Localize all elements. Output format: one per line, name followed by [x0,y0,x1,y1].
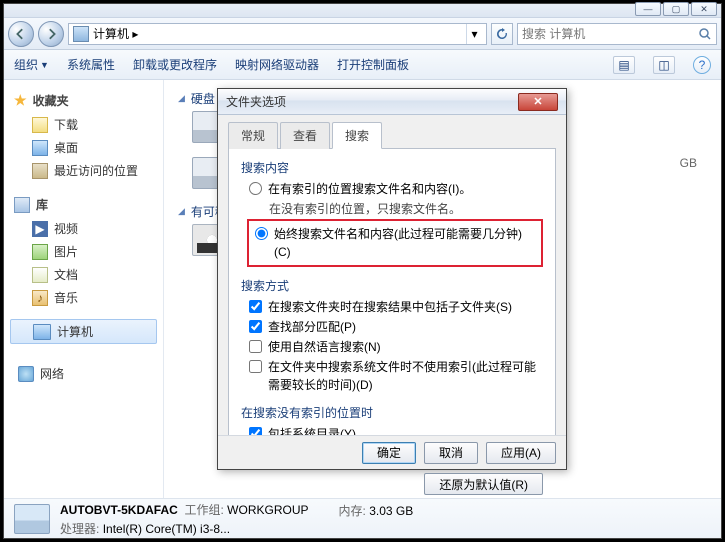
star-icon: ★ [14,92,27,109]
help-button[interactable]: ? [693,56,711,74]
dialog-footer: 确定 取消 应用(A) [218,435,566,469]
non-indexed-label: 在搜索没有索引的位置时 [241,404,543,421]
view-mode-button[interactable]: ▤ [613,56,635,74]
picture-icon [32,244,48,260]
sidebar-item-documents[interactable]: 文档 [4,263,163,286]
radio-indexed-sublabel: 在没有索引的位置，只搜索文件名。 [269,200,543,217]
search-input[interactable]: 搜索 计算机 [517,23,717,45]
tab-search-pane: 搜索内容 在有索引的位置搜索文件名和内容(I)。 在没有索引的位置，只搜索文件名… [228,149,556,445]
breadcrumb[interactable]: 计算机 ▸ [93,25,138,42]
libraries-group[interactable]: 库 [4,192,163,217]
system-properties-button[interactable]: 系统属性 [67,56,115,73]
back-button[interactable] [8,21,34,47]
cpu-value: Intel(R) Core(TM) i3-8... [103,522,230,536]
dialog-tabs: 常规 查看 搜索 [228,121,556,149]
sidebar-item-computer[interactable]: 计算机 [10,319,157,344]
computer-name: AUTOBVT-5KDAFAC [60,503,178,517]
sidebar-item-pictures[interactable]: 图片 [4,240,163,263]
workgroup-value: WORKGROUP [227,503,308,517]
search-placeholder: 搜索 计算机 [522,25,585,42]
recent-icon [32,163,48,179]
refresh-button[interactable] [491,23,513,45]
document-icon [32,267,48,283]
chk-natural-language[interactable]: 使用自然语言搜索(N) [249,338,543,356]
chk-partial-match[interactable]: 查找部分匹配(P) [249,318,543,336]
favorites-group[interactable]: ★收藏夹 [4,88,163,113]
tab-general[interactable]: 常规 [228,122,278,149]
desktop-icon [32,140,48,156]
download-icon [32,117,48,133]
cancel-button[interactable]: 取消 [424,442,478,464]
control-panel-button[interactable]: 打开控制面板 [337,56,409,73]
computer-large-icon [14,504,50,534]
dialog-close-button[interactable]: ✕ [518,93,558,111]
apply-button[interactable]: 应用(A) [486,442,556,464]
network-icon [18,366,34,382]
music-icon: ♪ [32,290,48,306]
computer-icon [73,26,89,42]
radio-indexed-locations[interactable]: 在有索引的位置搜索文件名和内容(I)。 [249,180,543,198]
titlebar: — ▢ ✕ [4,4,721,18]
chk-no-index-system[interactable]: 在文件夹中搜索系统文件时不使用索引(此过程可能需要较长的时间)(D) [249,358,543,394]
status-bar: AUTOBVT-5KDAFAC 工作组: WORKGROUP 处理器: Inte… [4,498,721,538]
map-drive-button[interactable]: 映射网络驱动器 [235,56,319,73]
minimize-button[interactable]: — [635,2,661,16]
restore-defaults-button[interactable]: 还原为默认值(R) [424,473,543,495]
maximize-button[interactable]: ▢ [663,2,689,16]
window-close-button[interactable]: ✕ [691,2,717,16]
sidebar-item-videos[interactable]: ▶视频 [4,217,163,240]
tab-view[interactable]: 查看 [280,122,330,149]
video-icon: ▶ [32,221,48,237]
chk-include-subfolders[interactable]: 在搜索文件夹时在搜索结果中包括子文件夹(S) [249,298,543,316]
dialog-titlebar[interactable]: 文件夹选项 ✕ [218,89,566,115]
sidebar-item-network[interactable]: 网络 [4,362,163,385]
search-method-label: 搜索方式 [241,277,543,294]
library-icon [14,197,30,213]
sidebar-item-desktop[interactable]: 桌面 [4,136,163,159]
computer-icon [33,324,51,340]
uninstall-programs-button[interactable]: 卸载或更改程序 [133,56,217,73]
memory-value: 3.03 GB [369,504,413,518]
preview-pane-button[interactable]: ◫ [653,56,675,74]
folder-options-dialog: 文件夹选项 ✕ 常规 查看 搜索 搜索内容 在有索引的位置搜索文件名和内容(I)… [217,88,567,470]
search-content-label: 搜索内容 [241,159,543,176]
highlight-box: 始终搜索文件名和内容(此过程可能需要几分钟)(C) [247,219,543,267]
sidebar-item-recent[interactable]: 最近访问的位置 [4,159,163,182]
address-bar[interactable]: 计算机 ▸ ▾ [68,23,487,45]
search-icon [698,27,712,41]
forward-button[interactable] [38,21,64,47]
tab-search[interactable]: 搜索 [332,122,382,149]
toolbar: 组织 ▼ 系统属性 卸载或更改程序 映射网络驱动器 打开控制面板 ▤ ◫ ? [4,50,721,80]
gb-label: GB [680,156,697,170]
address-dropdown-icon[interactable]: ▾ [466,24,482,44]
dialog-title: 文件夹选项 [226,93,286,110]
radio-always-search[interactable]: 始终搜索文件名和内容(此过程可能需要几分钟)(C) [255,225,537,261]
sidebar-item-music[interactable]: ♪音乐 [4,286,163,309]
sidebar-item-downloads[interactable]: 下载 [4,113,163,136]
ok-button[interactable]: 确定 [362,442,416,464]
explorer-window: — ▢ ✕ 计算机 ▸ ▾ 搜索 计算机 组织 ▼ 系统属性 卸载或更改程序 映… [3,3,722,539]
nav-sidebar: ★收藏夹 下载 桌面 最近访问的位置 库 ▶视频 图片 文档 ♪音乐 计算机 网… [4,80,164,498]
nav-bar: 计算机 ▸ ▾ 搜索 计算机 [4,18,721,50]
organize-menu[interactable]: 组织 ▼ [14,56,49,73]
